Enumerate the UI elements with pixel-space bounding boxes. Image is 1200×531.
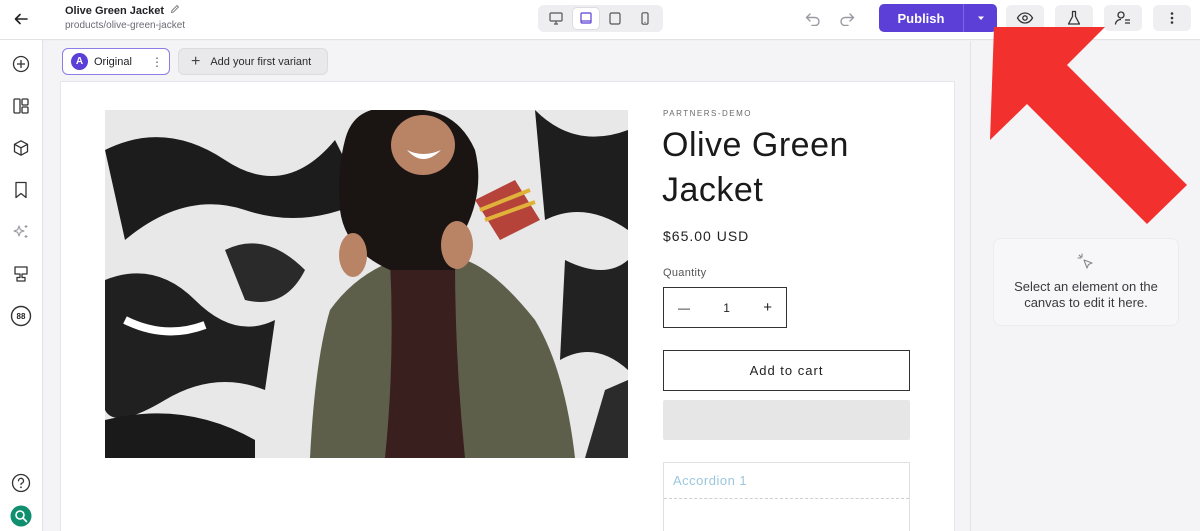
product-title: Olive Green Jacket xyxy=(662,126,849,209)
search-chat-icon[interactable] xyxy=(10,505,32,527)
add-variant-button[interactable]: + Add your first variant xyxy=(178,48,328,75)
empty-selection-hint: Select an element on the canvas to edit … xyxy=(993,238,1179,326)
product-image[interactable] xyxy=(105,110,628,458)
more-vertical-icon xyxy=(1170,12,1174,24)
page-path: products/olive-green-jacket xyxy=(65,20,186,31)
redo-icon[interactable] xyxy=(836,8,858,30)
add-to-cart-button[interactable]: Add to cart xyxy=(663,350,910,391)
publish-dropdown-button[interactable] xyxy=(963,4,997,32)
page-score-badge[interactable]: 88 xyxy=(10,305,32,327)
accordion-header[interactable]: Accordion 1 xyxy=(664,463,909,499)
quantity-label: Quantity xyxy=(663,267,707,279)
left-toolbar: 88 xyxy=(0,40,43,531)
user-settings-button[interactable] xyxy=(1104,5,1142,31)
product-price: $65.00 USD xyxy=(663,228,750,244)
eye-icon xyxy=(1016,12,1034,24)
edit-pencil-icon[interactable] xyxy=(170,4,180,18)
add-element-icon[interactable] xyxy=(10,53,32,75)
undo-icon[interactable] xyxy=(802,8,824,30)
cursor-click-icon xyxy=(1077,253,1093,269)
apps-icon[interactable] xyxy=(10,263,32,285)
page-title-text: Olive Green Jacket xyxy=(65,4,165,17)
more-vertical-icon[interactable]: ⋮ xyxy=(151,55,163,69)
back-arrow-icon[interactable] xyxy=(10,8,32,30)
editor-canvas: A Original ⋮ + Add your first variant PA… xyxy=(44,41,970,531)
publish-button-group: Publish xyxy=(879,4,997,32)
buy-now-button-placeholder[interactable] xyxy=(663,400,910,440)
bookmark-icon[interactable] xyxy=(10,179,32,201)
quantity-value[interactable]: 1 xyxy=(723,301,730,315)
plus-icon[interactable]: + xyxy=(763,299,772,316)
top-toolbar: Olive Green Jacket products/olive-green-… xyxy=(0,0,1200,40)
page-score-value: 88 xyxy=(16,311,26,321)
page-title-block: Olive Green Jacket products/olive-green-… xyxy=(65,4,186,32)
mobile-view-button[interactable] xyxy=(632,8,658,29)
tablet-view-button[interactable] xyxy=(602,8,628,29)
help-icon[interactable] xyxy=(10,472,32,494)
sparkles-icon[interactable] xyxy=(10,221,32,243)
publish-button[interactable]: Publish xyxy=(879,4,963,32)
page-title: Olive Green Jacket xyxy=(65,4,185,18)
variant-label: Original xyxy=(94,55,132,68)
accordion: Accordion 1 xyxy=(663,462,910,531)
preview-button[interactable] xyxy=(1006,5,1044,31)
page-preview: PARTNERS-DEMO Olive Green Jacket $65.00 … xyxy=(61,82,954,531)
user-gear-icon xyxy=(1114,11,1130,25)
add-variant-label: Add your first variant xyxy=(210,55,312,68)
quantity-stepper: — 1 + xyxy=(663,287,787,328)
product-vendor: PARTNERS-DEMO xyxy=(663,109,752,118)
cube-icon[interactable] xyxy=(10,137,32,159)
layout-icon[interactable] xyxy=(10,95,32,117)
plus-icon: + xyxy=(191,52,201,70)
device-switcher xyxy=(538,5,663,32)
chevron-down-icon xyxy=(977,16,984,20)
variant-tab-original[interactable]: A Original ⋮ xyxy=(62,48,170,75)
variant-badge: A xyxy=(71,53,88,70)
desktop-view-button[interactable] xyxy=(543,8,569,29)
flask-icon xyxy=(1067,10,1081,25)
hint-text: Select an element on the canvas to edit … xyxy=(1014,279,1158,310)
minus-icon[interactable]: — xyxy=(678,301,690,315)
ab-test-button[interactable] xyxy=(1055,5,1093,31)
more-options-button[interactable] xyxy=(1153,5,1191,31)
inspector-panel: Select an element on the canvas to edit … xyxy=(970,41,1200,531)
laptop-view-button[interactable] xyxy=(572,8,599,29)
